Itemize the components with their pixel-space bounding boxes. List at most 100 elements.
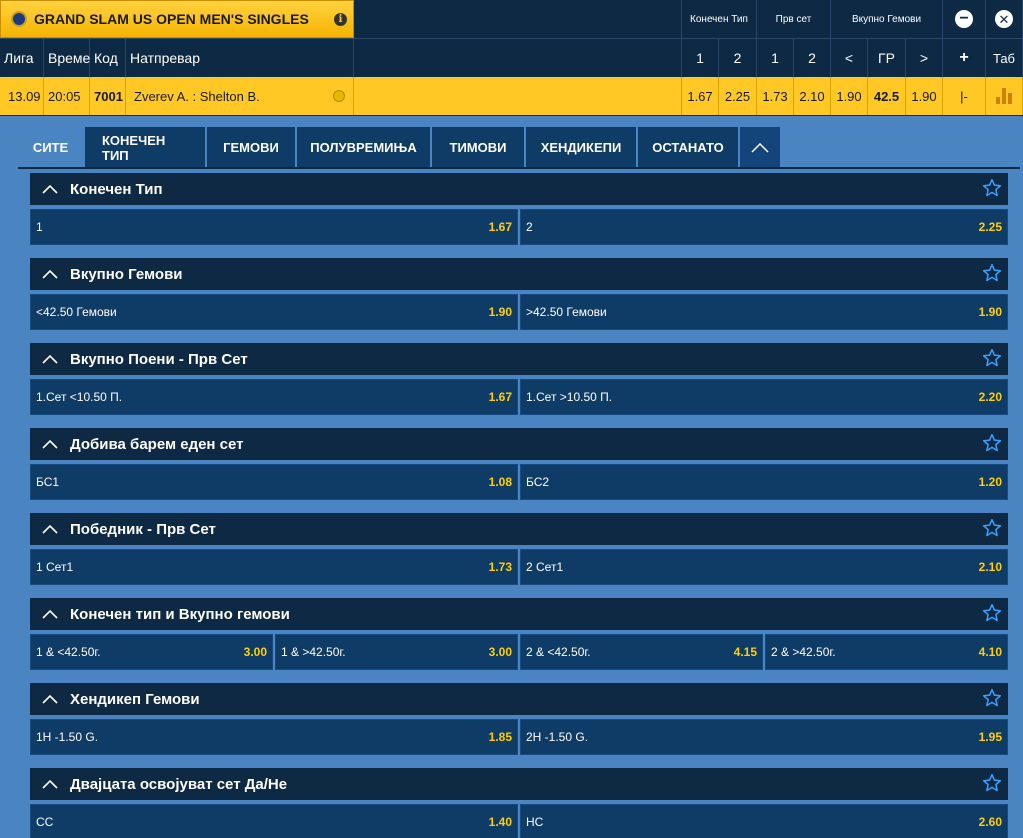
market-header[interactable]: Вкупно Гемови [30, 258, 1008, 290]
chevron-up-icon [42, 607, 60, 621]
selection-label: 2 & <42.50г. [526, 645, 591, 659]
odd-over[interactable]: 1.90 [906, 77, 943, 115]
selection-odd: 1.40 [488, 815, 512, 829]
col-1: 1 [682, 38, 719, 77]
selection-button[interactable]: БС2 1.20 [520, 464, 1008, 500]
tab-other[interactable]: ОСТАНАТО [638, 127, 740, 168]
close-icon: ✕ [995, 10, 1013, 28]
tab-halves[interactable]: ПОЛУВРЕМИЊА [297, 127, 432, 168]
tab-all[interactable]: СИТЕ [18, 127, 85, 168]
selection-odd: 1.90 [488, 305, 512, 319]
market-header[interactable]: Хендикеп Гемови [30, 683, 1008, 715]
selection-odd: 3.00 [243, 645, 267, 659]
selection-button[interactable]: 1 & <42.50г. 3.00 [30, 634, 273, 670]
col-under: < [831, 38, 868, 77]
selection-label: 1H -1.50 G. [36, 730, 99, 744]
market-block: Конечен Тип 1 1.67 2 2.25 [30, 173, 1008, 245]
selection-odd: 2.60 [978, 815, 1002, 829]
odd-set-1[interactable]: 1.73 [757, 77, 794, 115]
selection-label: 1 & <42.50г. [36, 645, 101, 659]
selection-odd: 3.00 [488, 645, 512, 659]
event-code: 7001 [90, 77, 126, 115]
selection-button[interactable]: СС 1.40 [30, 804, 518, 838]
league-header[interactable]: GRAND SLAM US OPEN MEN'S SINGLES i [0, 0, 354, 38]
chevron-up-icon [42, 777, 60, 791]
selection-label: 2 [526, 220, 533, 234]
market-tabs: СИТЕ КОНЕЧЕН ТИП ГЕМОВИ ПОЛУВРЕМИЊА ТИМО… [18, 127, 782, 168]
selection-label: >42.50 Гемови [526, 305, 607, 319]
odd-final-2[interactable]: 2.25 [719, 77, 757, 115]
selection-button[interactable]: БС1 1.08 [30, 464, 518, 500]
selection-button[interactable]: 1H -1.50 G. 1.85 [30, 719, 518, 755]
selection-button[interactable]: 1 Сет1 1.73 [30, 549, 518, 585]
odd-under[interactable]: 1.90 [831, 77, 868, 115]
col-league: Лига [0, 38, 44, 77]
selection-button[interactable]: 1 & >42.50г. 3.00 [275, 634, 518, 670]
favorite-star-icon[interactable] [982, 518, 1002, 538]
market-block: Хендикеп Гемови 1H -1.50 G. 1.85 2H -1.50 G… [30, 683, 1008, 755]
odd-set-2[interactable]: 2.10 [794, 77, 831, 115]
total-line: 42.5 [868, 77, 906, 115]
market-selections: 1 Сет1 1.73 2 Сет1 2.10 [30, 549, 1008, 585]
odd-final-1[interactable]: 1.67 [682, 77, 719, 115]
selection-button[interactable]: 1 1.67 [30, 209, 518, 245]
favorite-star-icon[interactable] [982, 603, 1002, 623]
chevron-up-icon [42, 352, 60, 366]
col-match: Натпревар [126, 38, 354, 77]
favorite-star-icon[interactable] [982, 773, 1002, 793]
market-selections: СС 1.40 НС 2.60 [30, 804, 1008, 838]
event-match[interactable]: Zverev A. : Shelton B. [126, 77, 354, 115]
stats-button[interactable] [986, 77, 1023, 115]
selection-odd: 1.20 [978, 475, 1002, 489]
market-selections: <42.50 Гемови 1.90 >42.50 Гемови 1.90 [30, 294, 1008, 330]
selection-button[interactable]: 2 2.25 [520, 209, 1008, 245]
market-header[interactable]: Добива барем еден сет [30, 428, 1008, 460]
tabs-collapse-button[interactable] [740, 127, 782, 168]
live-indicator-icon [333, 90, 345, 102]
favorite-star-icon[interactable] [982, 178, 1002, 198]
close-button[interactable]: ✕ [986, 0, 1023, 38]
selection-label: БС2 [526, 475, 550, 489]
market-header[interactable]: Конечен Тип [30, 173, 1008, 205]
chevron-up-icon [42, 522, 60, 536]
group-final-type: Конечен Тип [682, 0, 757, 38]
market-header[interactable]: Победник - Прв Сет [30, 513, 1008, 545]
col-spacer [354, 38, 682, 77]
selection-label: БС1 [36, 475, 60, 489]
market-header[interactable]: Вкупно Поени - Прв Сет [30, 343, 1008, 375]
chevron-up-icon [751, 142, 769, 153]
selection-button[interactable]: 1.Сет <10.50 П. 1.67 [30, 379, 518, 415]
group-total-games: Вкупно Гемови [831, 0, 943, 38]
tabs-underline [18, 167, 1020, 169]
tab-handicaps[interactable]: ХЕНДИКЕПИ [526, 127, 638, 168]
market-title: Победник - Прв Сет [70, 520, 216, 538]
selection-button[interactable]: 1.Сет >10.50 П. 2.20 [520, 379, 1008, 415]
info-icon[interactable]: i [334, 13, 347, 26]
chevron-up-icon [42, 692, 60, 706]
selection-button[interactable]: <42.50 Гемови 1.90 [30, 294, 518, 330]
collapse-button[interactable]: − [943, 0, 986, 38]
selection-button[interactable]: 2 Сет1 2.10 [520, 549, 1008, 585]
market-header[interactable]: Двајцата освојуват сет Да/Не [30, 768, 1008, 800]
more-markets-button[interactable]: |- [943, 77, 986, 115]
favorite-star-icon[interactable] [982, 433, 1002, 453]
minus-icon: − [955, 10, 973, 28]
favorite-star-icon[interactable] [982, 348, 1002, 368]
market-block: Вкупно Гемови <42.50 Гемови 1.90 >42.50 Гем… [30, 258, 1008, 330]
market-block: Вкупно Поени - Прв Сет 1.Сет <10.50 П. 1.6… [30, 343, 1008, 415]
header-spacer [354, 0, 682, 38]
tab-teams[interactable]: ТИМОВИ [432, 127, 526, 168]
favorite-star-icon[interactable] [982, 263, 1002, 283]
tab-final-type[interactable]: КОНЕЧЕН ТИП [85, 127, 207, 168]
selection-button[interactable]: 2 & <42.50г. 4.15 [520, 634, 763, 670]
selection-button[interactable]: 2 & >42.50г. 4.10 [765, 634, 1008, 670]
market-header[interactable]: Конечен тип и Вкупно гемови [30, 598, 1008, 630]
market-block: Двајцата освојуват сет Да/Не СС 1.40 НС 2.60 [30, 768, 1008, 838]
selection-odd: 2.20 [978, 390, 1002, 404]
favorite-star-icon[interactable] [982, 688, 1002, 708]
col-tab: Таб [986, 38, 1023, 77]
selection-button[interactable]: 2H -1.50 G. 1.95 [520, 719, 1008, 755]
selection-button[interactable]: НС 2.60 [520, 804, 1008, 838]
selection-button[interactable]: >42.50 Гемови 1.90 [520, 294, 1008, 330]
tab-games[interactable]: ГЕМОВИ [207, 127, 297, 168]
